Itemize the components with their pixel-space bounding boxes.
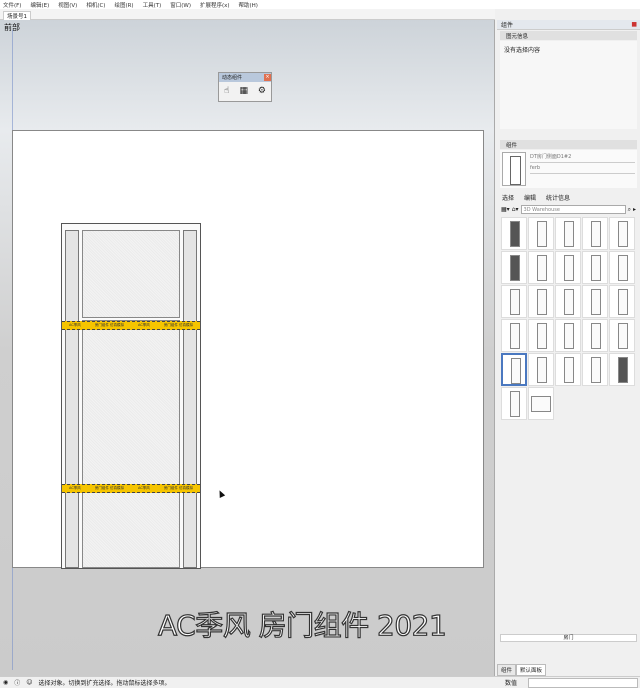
entity-info-header[interactable]: 图元信息 (506, 32, 528, 40)
tape-band: AC季风 房门组件 仿真模拟 AC季风 房门组件 仿真模拟 (62, 321, 200, 330)
measurements-input[interactable] (528, 678, 638, 688)
scene-tabs: 场景号1 (0, 9, 495, 20)
door-frame-right (183, 230, 197, 568)
component-attributes-icon[interactable]: ⚙ (258, 86, 266, 96)
panel-title: 组件 (501, 22, 514, 29)
door-upper-panel (82, 230, 180, 318)
tab-components[interactable]: 组件 (497, 664, 517, 676)
component-name[interactable]: DT房门侧面D1#2 (530, 152, 635, 163)
component-item[interactable] (555, 353, 581, 386)
component-item[interactable] (528, 285, 554, 318)
component-item[interactable] (609, 285, 635, 318)
menu-window[interactable]: 窗口(W) (170, 1, 191, 9)
tape-band: AC季风 房门组件 仿真模拟 AC季风 房门组件 仿真模拟 (62, 484, 200, 493)
search-icon[interactable]: ⌕ (628, 206, 631, 214)
status-bar: ◉ ⓘ ☺ 选择对象。切换到扩充选择。拖动鼠标选择多项。 数值 (0, 676, 640, 688)
menu-file[interactable]: 文件(F) (3, 1, 21, 9)
component-item[interactable] (501, 217, 527, 250)
measurements-label: 数值 (505, 680, 518, 687)
component-description[interactable]: ferb (530, 163, 635, 174)
component-options-icon[interactable]: ▦ (239, 86, 248, 96)
tab-default-tray[interactable]: 默认面板 (516, 664, 547, 676)
component-item[interactable] (609, 251, 635, 284)
view-options-icon[interactable]: ▦▾ (501, 206, 510, 213)
details-icon[interactable]: ▸ (633, 206, 636, 213)
selected-component-name[interactable]: 房门 (500, 634, 637, 642)
menu-tools[interactable]: 工具(T) (143, 1, 162, 9)
component-item[interactable] (555, 285, 581, 318)
drawing-canvas[interactable]: AC季风 房门组件 仿真模拟 AC季风 房门组件 仿真模拟 AC季风 房门组件 仿真模拟… (12, 130, 484, 569)
door-model[interactable]: AC季风 房门组件 仿真模拟 AC季风 房门组件 仿真模拟 AC季风 房门组件 仿真模拟… (61, 223, 201, 569)
entity-info: 没有选择内容 (500, 41, 637, 129)
component-item[interactable] (582, 285, 608, 318)
interact-icon[interactable]: ☝ (224, 86, 229, 96)
component-item[interactable] (528, 217, 554, 250)
menu-extensions[interactable]: 扩展程序(x) (200, 1, 230, 9)
user-icon[interactable]: ☺ (26, 679, 32, 686)
dynamic-components-toolbar: 动态组件 × ☝ ▦ ⚙ (218, 72, 272, 102)
search-input[interactable]: 3D Warehouse (520, 205, 626, 214)
door-lower-panel (82, 320, 180, 568)
component-item[interactable] (582, 251, 608, 284)
component-item[interactable] (528, 353, 554, 386)
component-item[interactable] (528, 319, 554, 352)
entity-text: 没有选择内容 (504, 47, 541, 54)
menu-bar: 文件(F) 编辑(E) 视图(V) 相机(C) 绘图(R) 工具(T) 窗口(W… (0, 0, 640, 9)
status-text: 选择对象。切换到扩充选择。拖动鼠标选择多项。 (38, 680, 171, 687)
menu-edit[interactable]: 编辑(E) (30, 1, 49, 9)
component-item[interactable] (501, 387, 527, 420)
component-item[interactable] (582, 353, 608, 386)
tab-statistics[interactable]: 统计信息 (546, 193, 570, 202)
close-icon[interactable]: ■ (631, 21, 640, 28)
info-icon[interactable]: ⓘ (14, 678, 20, 687)
menu-camera[interactable]: 相机(C) (86, 1, 105, 9)
menu-help[interactable]: 帮助(H) (239, 1, 258, 9)
scene-tab[interactable]: 场景号1 (3, 11, 31, 20)
component-item[interactable] (582, 319, 608, 352)
home-icon[interactable]: ⌂▾ (512, 206, 519, 213)
component-item[interactable] (501, 285, 527, 318)
component-item[interactable] (501, 319, 527, 352)
components-panel: 组件 ■ 图元信息 没有选择内容 组件 DT房门侧面D1#2 ferb 选择 编辑 … (497, 20, 640, 676)
tab-select[interactable]: 选择 (502, 193, 514, 202)
close-icon[interactable]: × (264, 74, 271, 81)
viewport[interactable]: 前部 AC季风 房门组件 仿真模拟 AC季风 房门组件 仿真模拟 AC季风 房门组件 仿… (0, 20, 495, 676)
component-item[interactable] (609, 353, 635, 386)
component-item[interactable] (555, 251, 581, 284)
component-item[interactable] (501, 251, 527, 284)
component-info: DT房门侧面D1#2 ferb (500, 150, 637, 188)
tab-edit[interactable]: 编辑 (524, 193, 536, 202)
component-item[interactable] (609, 217, 635, 250)
component-item[interactable] (555, 319, 581, 352)
door-frame-left (65, 230, 79, 568)
geo-icon[interactable]: ◉ (3, 679, 8, 686)
menu-draw[interactable]: 绘图(R) (114, 1, 133, 9)
component-thumbnail (502, 152, 526, 186)
menu-view[interactable]: 视图(V) (58, 1, 77, 9)
component-item[interactable] (528, 387, 554, 420)
watermark-text: AC季风 房门组件 2021 (157, 608, 447, 642)
component-item-selected[interactable] (501, 353, 527, 386)
component-section-header[interactable]: 组件 (506, 141, 517, 149)
component-item[interactable] (528, 251, 554, 284)
component-grid (497, 217, 640, 420)
component-item[interactable] (609, 319, 635, 352)
component-item[interactable] (582, 217, 608, 250)
toolbar-title: 动态组件 (222, 75, 243, 81)
component-item[interactable] (555, 217, 581, 250)
